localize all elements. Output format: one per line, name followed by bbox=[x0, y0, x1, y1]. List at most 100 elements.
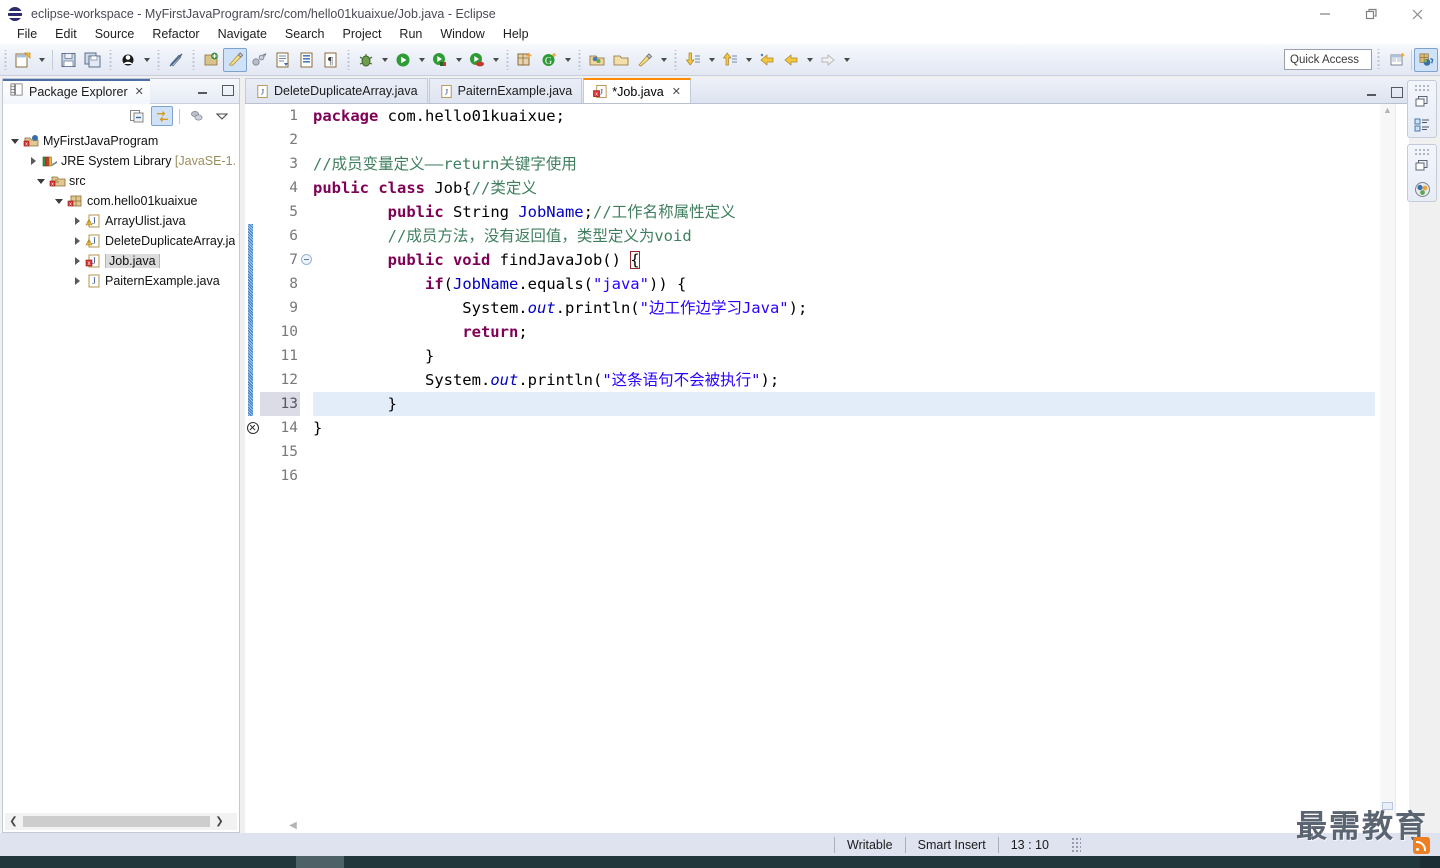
menu-file[interactable]: File bbox=[8, 24, 46, 44]
open-perspective-icon[interactable] bbox=[1386, 48, 1410, 72]
highlight-pen-icon[interactable] bbox=[223, 47, 247, 72]
save-icon[interactable] bbox=[57, 48, 81, 72]
open-type-icon[interactable] bbox=[271, 48, 295, 72]
coverage-dropdown-icon[interactable] bbox=[489, 48, 502, 72]
toolbar-grip-3[interactable] bbox=[155, 49, 162, 70]
chevron-right-icon[interactable] bbox=[25, 153, 41, 169]
fold-collapse-icon[interactable] bbox=[301, 254, 312, 265]
next-annotation-icon[interactable] bbox=[681, 48, 705, 72]
tree-item-com-hello01kuaixue[interactable]: x com.hello01kuaixue bbox=[3, 191, 239, 211]
toggle-mark-occurrences-icon[interactable] bbox=[164, 48, 188, 72]
stack-grip[interactable] bbox=[1414, 148, 1430, 155]
forward-dropdown-icon[interactable] bbox=[840, 48, 853, 72]
link-with-editor-icon[interactable] bbox=[151, 106, 173, 126]
tree-item-jre-system-library[interactable]: JRE System Library [JavaSE-1. bbox=[3, 151, 239, 171]
minimize-view-icon[interactable] bbox=[196, 83, 210, 97]
error-marker-icon[interactable] bbox=[247, 422, 259, 434]
scroll-up-icon[interactable]: ▲ bbox=[1382, 106, 1393, 115]
toolbar-grip-5[interactable] bbox=[345, 49, 352, 70]
toolbar-grip-8[interactable] bbox=[672, 49, 679, 70]
quick-access-input[interactable]: Quick Access bbox=[1284, 49, 1372, 70]
tree-item-paiternexample-java[interactable]: J PaiternExample.java bbox=[3, 271, 239, 291]
package-explorer-hscrollbar[interactable]: ❮ ❯ bbox=[5, 813, 237, 830]
run-icon[interactable] bbox=[391, 48, 415, 72]
tree-item-src[interactable]: x src bbox=[3, 171, 239, 191]
menu-help[interactable]: Help bbox=[494, 24, 538, 44]
minimize-editor-icon[interactable] bbox=[1365, 85, 1379, 99]
package-explorer-close-icon[interactable]: ✕ bbox=[135, 86, 144, 98]
menu-edit[interactable]: Edit bbox=[46, 24, 86, 44]
scroll-thumb[interactable] bbox=[23, 816, 210, 827]
tree-item-deleteduplicatearray-java[interactable]: J ! DeleteDuplicateArray.ja bbox=[3, 231, 239, 251]
menu-refactor[interactable]: Refactor bbox=[143, 24, 208, 44]
scroll-left-icon[interactable]: ❮ bbox=[5, 814, 22, 830]
search-pen-icon[interactable] bbox=[633, 48, 657, 72]
tree-item-job-java[interactable]: J x Job.java bbox=[3, 251, 239, 271]
code-editor[interactable]: 1 2 3 4 5 6 7 8 9 10 11 12 13 14 15 16 p… bbox=[245, 104, 1409, 833]
taskbar-show-desktop[interactable] bbox=[1420, 856, 1440, 868]
tree-item-myfirstjavaprogram[interactable]: x MyFirstJavaProgram bbox=[3, 131, 239, 151]
tree-item-arrayulist-java[interactable]: J ! ArrayUlist.java bbox=[3, 211, 239, 231]
back-icon[interactable] bbox=[779, 48, 803, 72]
new-wizard-dropdown-icon[interactable] bbox=[35, 48, 48, 72]
view-menu-icon[interactable] bbox=[186, 106, 208, 126]
last-edit-location-icon[interactable] bbox=[755, 48, 779, 72]
chevron-right-icon[interactable] bbox=[69, 213, 85, 229]
skip-breakpoints-icon[interactable] bbox=[116, 48, 140, 72]
stack-grip[interactable] bbox=[1414, 84, 1430, 91]
maximize-view-icon[interactable] bbox=[220, 83, 234, 97]
forward-icon[interactable] bbox=[816, 48, 840, 72]
new-wizard-icon[interactable] bbox=[11, 48, 35, 72]
maximize-editor-icon[interactable] bbox=[1389, 85, 1403, 99]
skip-breakpoints-dropdown-icon[interactable] bbox=[140, 48, 153, 72]
tab-job-java[interactable]: J x *Job.java ✕ bbox=[583, 78, 691, 103]
chevron-down-icon[interactable] bbox=[7, 133, 23, 149]
run-external-dropdown-icon[interactable] bbox=[452, 48, 465, 72]
editor-vertical-scrollbar[interactable]: ▲ bbox=[1380, 104, 1395, 816]
debug-icon[interactable] bbox=[354, 48, 378, 72]
menu-project[interactable]: Project bbox=[334, 24, 391, 44]
menu-source[interactable]: Source bbox=[86, 24, 144, 44]
coverage-icon[interactable] bbox=[465, 48, 489, 72]
chevron-down-icon[interactable] bbox=[33, 173, 49, 189]
tab-package-explorer[interactable]: Package Explorer ✕ bbox=[3, 78, 150, 104]
status-grip[interactable] bbox=[1070, 836, 1081, 853]
toolbar-grip-7[interactable] bbox=[576, 49, 583, 70]
menu-window[interactable]: Window bbox=[431, 24, 493, 44]
open-folder-icon[interactable] bbox=[609, 48, 633, 72]
debug-dropdown-icon[interactable] bbox=[378, 48, 391, 72]
open-task-icon[interactable] bbox=[295, 48, 319, 72]
editor-overview-ruler[interactable] bbox=[1395, 104, 1409, 816]
annotation-ruler[interactable] bbox=[245, 104, 260, 816]
previous-annotation-icon[interactable] bbox=[718, 48, 742, 72]
scroll-right-icon[interactable]: ❯ bbox=[211, 814, 228, 830]
show-whitespace-icon[interactable]: ¶ bbox=[319, 48, 343, 72]
run-dropdown-icon[interactable] bbox=[415, 48, 428, 72]
tab-paiternexample-java[interactable]: J PaiternExample.java bbox=[428, 78, 583, 103]
link-icon[interactable] bbox=[247, 48, 271, 72]
chevron-right-icon[interactable] bbox=[69, 273, 85, 289]
new-java-project-icon[interactable] bbox=[199, 48, 223, 72]
editor-horizontal-scrollbar[interactable]: ◀ bbox=[285, 817, 1389, 833]
toolbar-grip[interactable] bbox=[2, 49, 9, 70]
next-annotation-dropdown-icon[interactable] bbox=[705, 48, 718, 72]
folding-ruler[interactable] bbox=[301, 104, 313, 816]
toolbar-grip-6[interactable] bbox=[504, 49, 511, 70]
tab-deleteduplicatearray-java[interactable]: J DeleteDuplicateArray.java bbox=[245, 78, 428, 103]
restore-icon[interactable] bbox=[1410, 91, 1434, 114]
view-dropdown-icon[interactable] bbox=[211, 106, 233, 126]
code-text[interactable]: package com.hello01kuaixue; //成员变量定义——re… bbox=[313, 104, 1375, 816]
outline-view-icon[interactable] bbox=[1410, 114, 1434, 137]
java-perspective-icon[interactable] bbox=[1414, 48, 1438, 72]
editor-tab-close-icon[interactable]: ✕ bbox=[672, 85, 681, 98]
run-external-tools-icon[interactable] bbox=[428, 48, 452, 72]
toolbar-grip-9[interactable] bbox=[1375, 49, 1382, 69]
restore-icon[interactable] bbox=[1410, 155, 1434, 178]
toolbar-grip-2[interactable] bbox=[107, 49, 114, 70]
new-java-class-icon[interactable] bbox=[513, 48, 537, 72]
collapse-all-icon[interactable] bbox=[126, 106, 148, 126]
menu-run[interactable]: Run bbox=[390, 24, 431, 44]
chevron-down-icon[interactable] bbox=[51, 193, 67, 209]
toolbar-grip-4[interactable] bbox=[190, 49, 197, 70]
search-pen-dropdown-icon[interactable] bbox=[657, 48, 670, 72]
